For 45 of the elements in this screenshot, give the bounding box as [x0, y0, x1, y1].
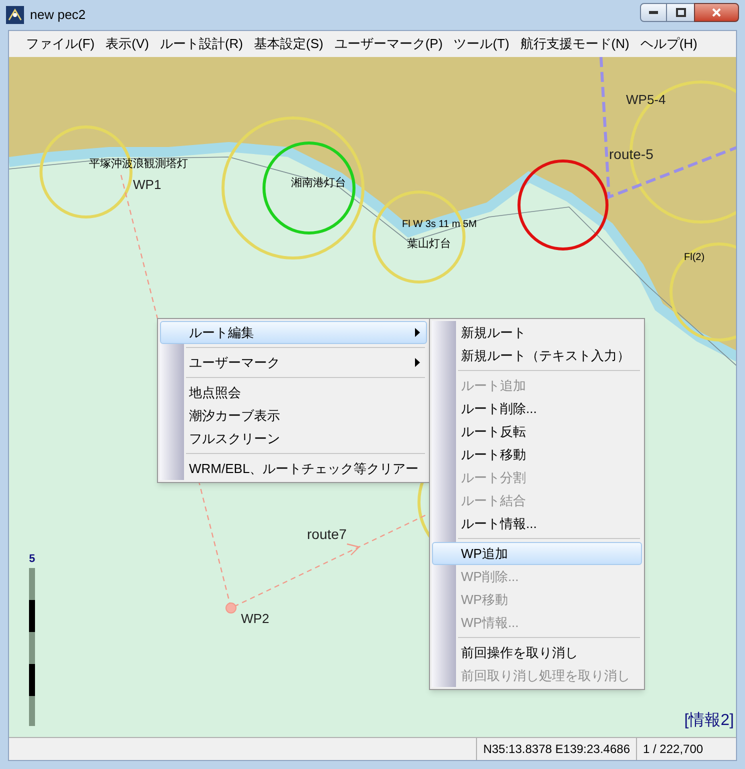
menu-item[interactable]: 地点照会 — [160, 381, 427, 404]
map-label: 葉山灯台 — [407, 238, 451, 250]
menu-bar-item[interactable]: ヘルプ(H) — [635, 34, 702, 54]
map-label: route-5 — [609, 146, 654, 162]
maximize-button[interactable] — [667, 2, 694, 22]
map-label: route7 — [307, 526, 347, 542]
status-scale: 1 / 222,700 — [636, 738, 736, 760]
menu-item[interactable]: ユーザーマーク — [160, 351, 427, 374]
menu-bar-item[interactable]: 表示(V) — [100, 34, 154, 54]
menu-item[interactable]: ルート削除... — [432, 397, 642, 420]
menu-item[interactable]: WP追加 — [432, 542, 642, 565]
menu-bar-item[interactable]: 基本設定(S) — [249, 34, 328, 54]
app-logo-icon — [6, 6, 24, 24]
map-label: 湘南港灯台 — [291, 177, 346, 189]
map-label: Fl(2) — [684, 252, 705, 263]
menu-bar-item[interactable]: ユーザーマーク(P) — [329, 34, 448, 54]
close-button[interactable] — [694, 2, 739, 22]
map-label: WP1 — [133, 177, 162, 192]
scale-bar-label: 5 — [29, 554, 36, 565]
info-label[interactable]: [情報2] — [684, 709, 734, 733]
menu-item[interactable]: 新規ルート（テキスト入力） — [432, 344, 642, 367]
maximize-icon — [676, 8, 686, 16]
menu-bar-item[interactable]: 航行支援モード(N) — [515, 34, 634, 54]
map-label: 平塚沖波浪観測塔灯 — [89, 158, 188, 170]
menu-item[interactable]: ルート移動 — [432, 443, 642, 466]
minimize-button[interactable] — [640, 2, 667, 22]
menu-bar-item[interactable]: ツール(T) — [448, 34, 514, 54]
minimize-icon — [649, 10, 658, 14]
window-title: new pec2 — [30, 6, 86, 24]
menu-item[interactable]: ルート反転 — [432, 420, 642, 443]
menu-item[interactable]: 新規ルート — [432, 321, 642, 344]
waypoint-marker[interactable] — [226, 602, 236, 614]
menu-item[interactable]: ルート編集 — [160, 321, 427, 344]
menu-item[interactable]: ルート情報... — [432, 512, 642, 535]
menu-item[interactable]: WRM/EBL、ルートチェック等クリアー — [160, 457, 427, 480]
map-label: WP2 — [241, 611, 270, 626]
map-label: Fl W 3s 11 m 5M — [402, 219, 477, 230]
menu-item[interactable]: フルスクリーン — [160, 427, 427, 450]
close-icon — [712, 8, 721, 16]
menu-item[interactable]: 前回操作を取り消し — [432, 641, 642, 664]
menu-item[interactable]: 潮汐カーブ表示 — [160, 404, 427, 427]
menu-bar-item[interactable]: ルート設計(R) — [154, 34, 248, 54]
menu-bar-item[interactable]: ファイル(F) — [21, 34, 100, 54]
status-coordinates: N35:13.8378 E139:23.4686 — [476, 738, 636, 760]
map-label: WP5-4 — [626, 92, 666, 107]
